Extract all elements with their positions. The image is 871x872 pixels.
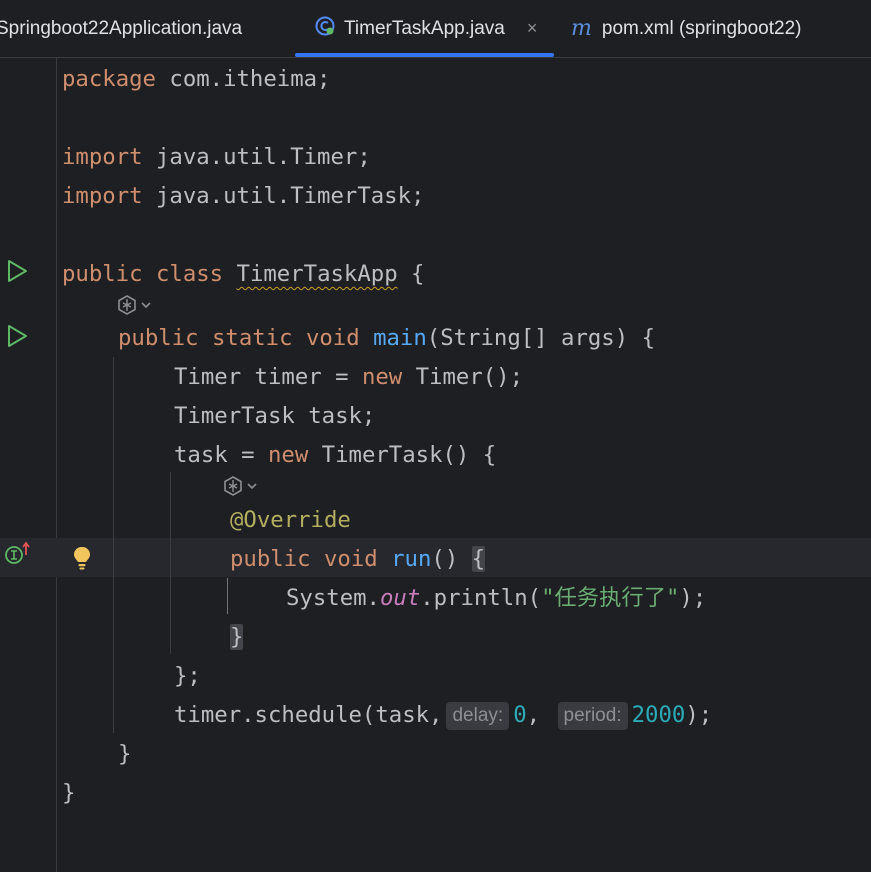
tab-springboot22application[interactable]: Springboot22Application.java <box>0 0 242 57</box>
ai-assistant-icon[interactable] <box>222 474 258 498</box>
code-text: () <box>431 546 472 572</box>
parameter-hint: delay: <box>446 702 510 730</box>
keyword: new <box>267 442 309 468</box>
java-class-icon <box>314 15 336 43</box>
tab-timertaskapp[interactable]: TimerTaskApp.java × <box>314 0 537 57</box>
editor-tab-bar: Springboot22Application.java TimerTaskAp… <box>0 0 871 58</box>
code-text: , <box>526 702 541 728</box>
code-line[interactable]: public class TimerTaskApp { <box>62 255 424 294</box>
code-text: .println( <box>420 585 542 611</box>
static-field: out <box>379 585 421 611</box>
code-text: com.itheima; <box>155 66 331 92</box>
code-line[interactable]: public static void main(String[] args) { <box>118 319 655 358</box>
parameter-hint: period: <box>557 702 628 730</box>
code-text: java.util.TimerTask; <box>142 183 425 209</box>
keyword: package <box>62 66 156 92</box>
method-name: main <box>373 325 427 351</box>
code-line[interactable]: } <box>118 735 131 774</box>
keyword: void <box>292 325 360 351</box>
code-text: (String[] args) { <box>426 325 655 351</box>
keyword: void <box>310 546 378 572</box>
code-text: ); <box>679 585 707 611</box>
code-text: } <box>62 780 76 806</box>
code-text: System. <box>286 585 380 611</box>
indent-guide-active <box>227 578 228 614</box>
code-text: }; <box>174 663 201 689</box>
code-line-current[interactable]: public void run() { <box>230 540 486 579</box>
keyword: new <box>361 364 403 390</box>
code-line[interactable]: @Override <box>230 501 351 540</box>
code-text: java.util.Timer; <box>142 144 371 170</box>
code-text: Timer(); <box>402 364 524 390</box>
code-text: task = <box>174 442 268 468</box>
ai-assistant-icon[interactable] <box>116 293 152 317</box>
method-name: run <box>391 546 432 572</box>
indent-guide <box>170 472 171 654</box>
code-line[interactable]: Timer timer = new Timer(); <box>174 358 523 397</box>
code-text: TimerTask task; <box>174 403 376 429</box>
lightbulb-icon[interactable] <box>72 545 92 571</box>
code-line[interactable]: } <box>230 618 244 657</box>
class-name[interactable]: TimerTaskApp <box>237 261 398 287</box>
tab-label: TimerTaskApp.java <box>344 17 505 39</box>
keyword: static <box>198 325 293 351</box>
tab-pom-xml[interactable]: m pom.xml (springboot22) <box>571 0 801 57</box>
keyword: public <box>118 325 199 351</box>
number-literal: 2000 <box>631 702 686 728</box>
code-text: } <box>118 741 132 767</box>
indent-guide <box>113 357 114 733</box>
code-text: TimerTask() { <box>308 442 497 468</box>
matched-brace: { <box>471 546 486 572</box>
annotation: @Override <box>230 507 351 533</box>
active-tab-indicator <box>295 53 554 57</box>
keyword: import <box>62 144 143 170</box>
code-line[interactable]: } <box>62 774 75 813</box>
keyword: public <box>62 261 143 287</box>
code-line[interactable]: task = new TimerTask() { <box>174 436 496 475</box>
string-literal: "任务执行了" <box>541 585 680 611</box>
code-line[interactable]: }; <box>174 657 201 696</box>
close-icon[interactable]: × <box>527 18 538 39</box>
code-line[interactable]: package com.itheima; <box>62 60 330 99</box>
code-text: Timer timer = <box>174 364 362 390</box>
code-text: ); <box>685 702 713 728</box>
tab-label: Springboot22Application.java <box>0 17 243 39</box>
run-icon[interactable] <box>6 324 28 348</box>
number-literal: 0 <box>513 702 527 728</box>
editor-gutter <box>0 58 57 872</box>
code-line[interactable]: System.out.println("任务执行了"); <box>286 579 706 618</box>
maven-icon: m <box>571 16 592 41</box>
keyword: import <box>62 183 143 209</box>
run-icon[interactable] <box>6 259 28 283</box>
code-line[interactable]: TimerTask task; <box>174 397 375 436</box>
keyword: class <box>142 261 224 287</box>
code-line[interactable]: timer.schedule(task, delay: 0, period: 2000… <box>174 696 712 735</box>
code-line[interactable]: import java.util.Timer; <box>62 138 371 177</box>
code-text: { <box>397 261 425 287</box>
matched-brace: } <box>230 624 244 650</box>
tab-label: pom.xml (springboot22) <box>601 17 802 39</box>
keyword: public <box>230 546 311 572</box>
code-line[interactable]: import java.util.TimerTask; <box>62 177 424 216</box>
implements-method-icon[interactable] <box>4 541 34 567</box>
code-text: timer.schedule(task, <box>174 702 443 728</box>
